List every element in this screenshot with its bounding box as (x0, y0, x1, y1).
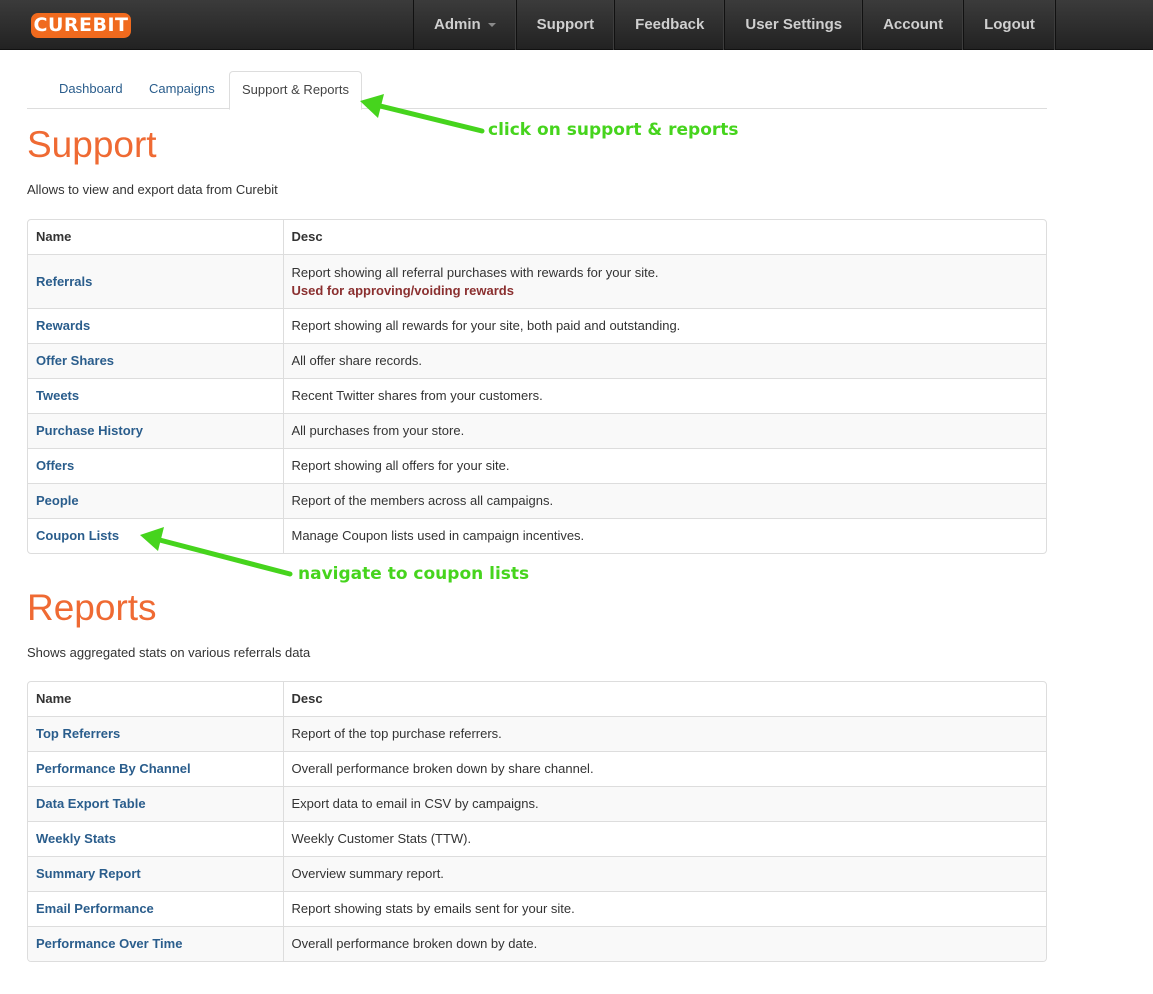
annotation-arrows (140, 94, 485, 577)
tab-hint-arrow-icon (360, 94, 485, 134)
annotation-coupon-hint: navigate to coupon lists (298, 564, 530, 584)
coupon-hint-arrow-icon (140, 527, 293, 577)
annotation-tab-hint: click on support & reports (488, 120, 739, 140)
